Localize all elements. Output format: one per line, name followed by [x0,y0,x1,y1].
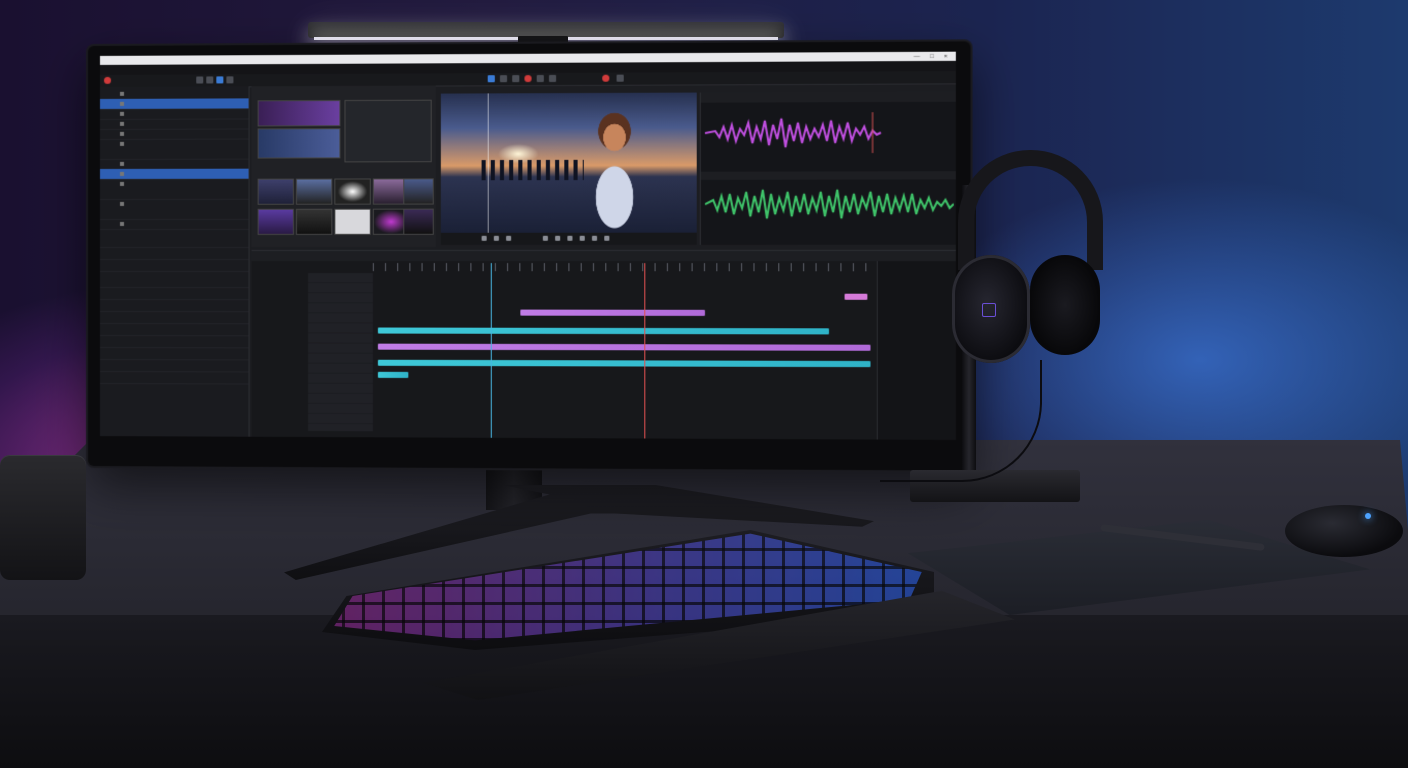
audio-clip[interactable] [377,359,871,368]
project-panel [99,86,250,437]
monitor-brand-logo [88,459,970,463]
timeline-header [251,250,956,262]
timeline-playhead[interactable] [644,263,646,439]
settings-icon[interactable] [591,235,598,241]
effect-item[interactable] [99,325,249,337]
audio-panel-header [700,91,956,103]
safe-margins-icon[interactable] [604,235,610,241]
folder-icon [120,91,125,96]
video-clip[interactable] [377,343,871,351]
effect-item[interactable] [99,373,249,385]
video-clip[interactable] [520,309,705,316]
tool-icon[interactable] [536,74,544,83]
panel-section[interactable] [99,261,249,273]
record-icon[interactable] [602,74,610,82]
media-thumbnail[interactable] [257,100,341,127]
track-headers [308,273,373,432]
media-thumbnail[interactable] [257,178,294,205]
step-forward-icon[interactable] [506,235,512,241]
loop-icon[interactable] [567,235,573,241]
effect-item[interactable] [99,301,249,313]
sequence-icon [120,171,125,176]
clip-icon [120,141,125,146]
media-thumbnail[interactable] [257,128,341,159]
media-bin [251,85,436,247]
tool-icon[interactable] [548,74,557,83]
project-item[interactable] [99,178,249,200]
monitor-light-bar [308,22,784,58]
project-item[interactable] [99,218,249,230]
monitor-screen: — □ × [99,51,956,440]
nested-viewer[interactable] [344,99,432,163]
audio-panel [699,91,956,245]
timeline-ruler[interactable] [372,263,878,272]
clip-icon [120,201,125,206]
effect-item[interactable] [99,361,249,373]
video-clip[interactable] [377,327,830,335]
play-icon[interactable] [493,235,499,241]
media-thumbnail[interactable] [334,208,371,235]
sequence-icon [120,101,125,106]
audio-divider [700,171,956,180]
video-clip[interactable] [844,293,868,300]
media-thumbnail[interactable] [295,208,333,235]
tool-icon[interactable] [216,76,224,84]
tool-icon[interactable] [512,75,520,83]
headphone-earcup [952,255,1030,363]
headphone-earcup-back [1030,255,1100,355]
clip-icon [120,161,125,166]
effect-item[interactable] [99,277,249,289]
gaming-mouse [1285,505,1403,557]
green-waveform [705,183,954,224]
clip-icon [120,131,125,136]
effect-item[interactable] [99,313,249,325]
tool-icon[interactable] [226,76,234,84]
bin-header [252,86,436,97]
project-item[interactable] [99,198,249,220]
timeline-cursor[interactable] [490,263,492,438]
media-thumbnail[interactable] [403,178,434,205]
ultrawide-monitor: — □ × [88,41,971,471]
clip-icon [120,221,125,226]
media-thumbnail[interactable] [334,178,371,205]
panel-section[interactable] [99,248,249,261]
woman-on-beach [583,111,646,233]
clip-icon [120,181,125,186]
tool-icon[interactable] [196,76,204,84]
record-icon[interactable] [524,75,532,83]
project-item[interactable] [99,138,249,160]
mark-in-icon[interactable] [542,235,548,241]
audio-clip[interactable] [377,371,409,378]
media-thumbnail[interactable] [403,208,434,235]
effect-item[interactable] [99,349,249,361]
media-thumbnail[interactable] [257,208,294,235]
step-back-icon[interactable] [481,235,487,241]
transport-controls [440,232,697,245]
effect-item[interactable] [99,337,249,349]
effect-item[interactable] [99,289,249,301]
edit-mode-icon[interactable] [487,75,495,83]
crowd-silhouettes [481,159,584,181]
tool-icon[interactable] [499,75,508,83]
viewer-guide-line [487,93,489,233]
timeline-panel [251,249,956,440]
headphone-logo-icon [982,303,996,317]
tool-icon[interactable] [616,74,624,82]
desktop-speaker [0,455,86,580]
app-icon [103,76,111,84]
export-frame-icon[interactable] [579,235,585,241]
clip-icon [120,111,125,116]
program-monitor[interactable] [440,92,697,233]
tool-icon[interactable] [206,76,214,84]
media-thumbnail[interactable] [295,178,333,205]
purple-waveform [705,112,954,153]
mark-out-icon[interactable] [555,235,561,241]
mouse-led [1365,513,1371,519]
panel-section[interactable] [99,236,249,248]
clip-icon [120,121,125,126]
